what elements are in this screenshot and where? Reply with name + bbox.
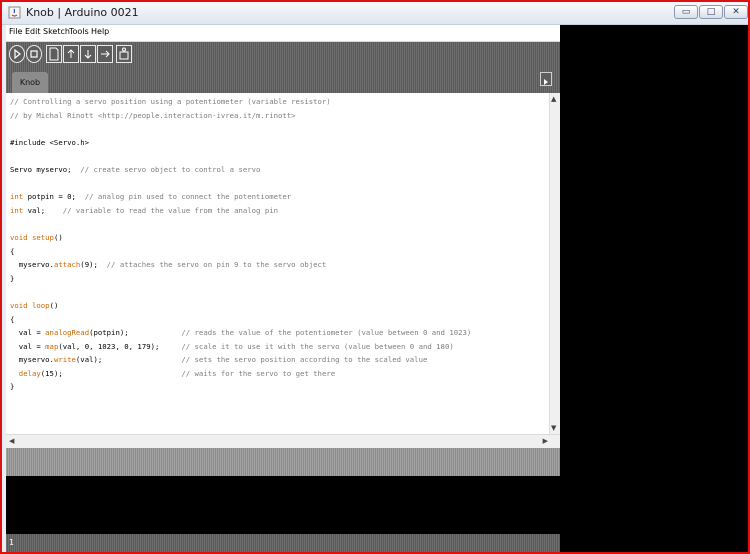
scroll-right-icon[interactable]: ▶ [543,437,548,445]
code-line: myservo.write(val); // sets the servo po… [10,355,428,365]
window-title: Knob | Arduino 0021 [26,6,139,19]
menu-help[interactable]: Help [91,27,109,36]
code-line: Servo myservo; // create servo object to… [10,164,261,174]
code-line: { [10,246,15,256]
menu-edit[interactable]: Edit [25,27,41,36]
upload-icon [101,50,110,58]
arrow-right-icon [544,79,548,85]
blank-area [560,25,748,552]
message-area [6,448,560,476]
code-line: { [10,314,15,324]
code-line: } [10,382,15,392]
code-line: void setup() [10,232,63,242]
console-output [6,476,560,534]
menu-bar: File Edit Sketch Tools Help [6,25,560,42]
code-text[interactable]: // Controlling a servo position using a … [6,93,549,394]
save-icon [84,50,92,59]
code-line: myservo.attach(9); // attaches the servo… [10,260,327,270]
code-line: } [10,273,15,283]
code-line: #include <Servo.h> [10,137,90,147]
new-icon [49,47,59,61]
scroll-left-icon[interactable]: ◀ [9,437,14,445]
vertical-scrollbar[interactable]: ▲ ▼ [549,93,560,434]
tab-knob[interactable]: Knob [12,72,48,93]
code-line: int val; // variable to read the value f… [10,205,278,215]
code-line: // Controlling a servo position using a … [10,97,331,106]
save-button[interactable] [80,45,96,63]
code-line: int potpin = 0; // analog pin used to co… [10,192,292,202]
upload-button[interactable] [97,45,113,63]
verify-button[interactable] [9,45,25,63]
minimize-button[interactable]: ▭ [674,5,698,19]
open-button[interactable] [63,45,79,63]
menu-tools[interactable]: Tools [69,27,89,36]
code-line: void loop() [10,300,59,310]
open-icon [67,49,75,58]
horizontal-scrollbar[interactable]: ◀ ▶ [6,434,560,448]
footer-bar: 1 [6,534,560,552]
title-bar: Knob | Arduino 0021 ▭ □ ✕ [2,2,748,25]
scroll-up-icon[interactable]: ▲ [551,95,556,103]
serial-monitor-button[interactable] [116,45,132,63]
code-line: // by Michal Rinott <http://people.inter… [10,110,296,120]
code-line: val = map(val, 0, 1023, 0, 179); // scal… [10,341,454,351]
code-editor[interactable]: // Controlling a servo position using a … [6,93,549,434]
close-button[interactable]: ✕ [724,5,748,19]
code-line: val = analogRead(potpin); // reads the v… [10,328,472,338]
menu-sketch[interactable]: Sketch [43,27,70,36]
tab-menu-button[interactable] [540,72,552,86]
toolbar [6,42,560,67]
stop-button[interactable] [26,45,42,63]
code-line: delay(15); // waits for the servo to get… [18,368,336,378]
tab-bar: Knob [6,67,560,93]
app-window: Knob | Arduino 0021 ▭ □ ✕ File Edit Sket… [0,0,750,554]
serial-monitor-icon [119,47,129,60]
verify-icon [14,48,21,60]
line-number: 1 [9,538,15,547]
scroll-down-icon[interactable]: ▼ [551,424,556,432]
java-app-icon [8,6,21,19]
new-button[interactable] [46,45,62,63]
maximize-button[interactable]: □ [699,5,723,19]
menu-file[interactable]: File [9,27,22,36]
stop-icon [30,50,38,58]
